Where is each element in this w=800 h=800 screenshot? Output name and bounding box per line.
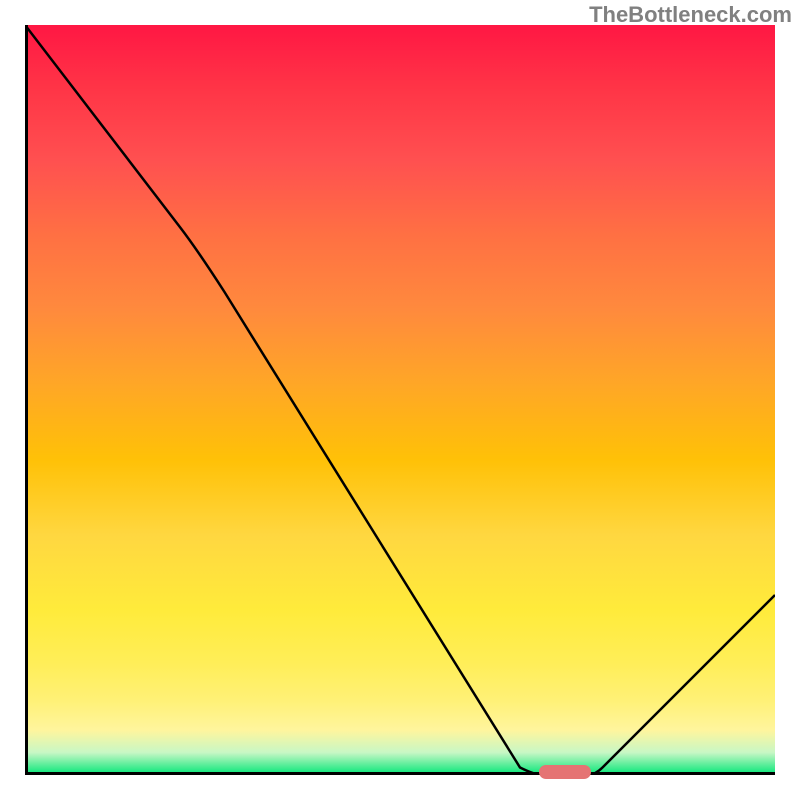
- chart-container: TheBottleneck.com: [0, 0, 800, 800]
- plot-area: [25, 25, 775, 775]
- bottleneck-curve: [25, 25, 775, 775]
- optimal-marker: [539, 765, 592, 779]
- watermark-text: TheBottleneck.com: [589, 2, 792, 28]
